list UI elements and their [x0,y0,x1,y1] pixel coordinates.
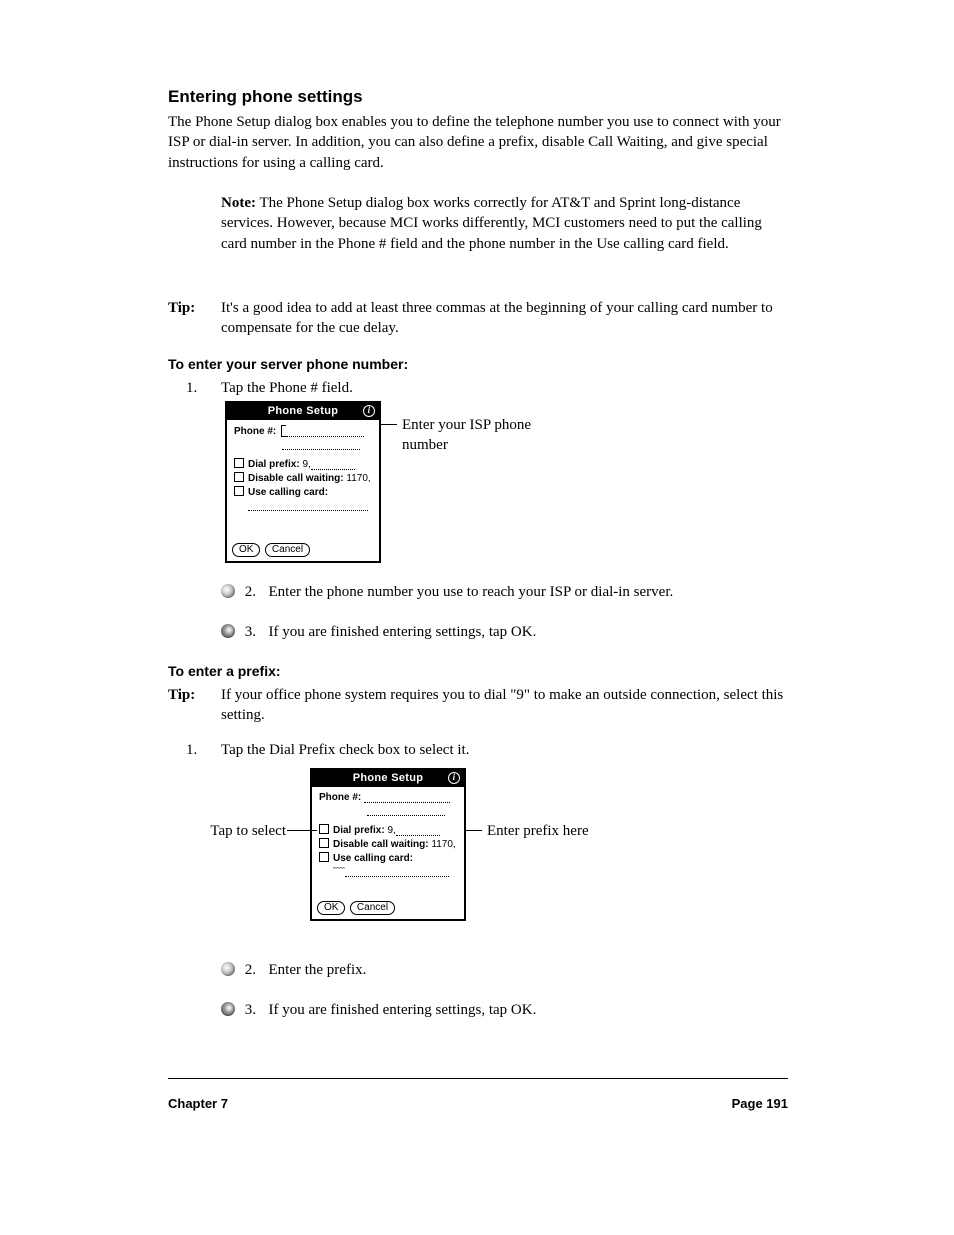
info-icon[interactable]: i [363,405,375,417]
step-2-1: Tap the Dial Prefix check box to select … [221,740,788,760]
step-1-1: Tap the Phone # field. [221,378,788,398]
paragraph-intro: The Phone Setup dialog box enables you t… [168,112,788,173]
disable-cw-checkbox[interactable] [319,838,329,848]
dial-prefix-row[interactable]: Dial prefix: 9, [234,458,372,470]
callout-phone: Enter your ISP phone number [402,416,557,455]
tip-label-2: Tip: [168,687,195,703]
phone-number-field[interactable]: Phone #: [319,792,457,803]
section-heading: Entering phone settings [168,86,788,109]
tip-text-2: If your office phone system requires you… [221,685,788,726]
calling-card-checkbox[interactable] [234,486,244,496]
footer-left: Chapter 7 [168,1096,228,1111]
dial-prefix-checkbox[interactable] [319,824,329,834]
footer-right: Page 191 [732,1096,788,1111]
use-calling-card-row[interactable]: Use calling card: [319,852,457,864]
phone-setup-dialog-2: Phone Setup i Phone #: Dial prefix: 9, D… [310,768,466,921]
callout-prefix-right: Enter prefix here [487,822,617,842]
ok-button[interactable]: OK [317,901,345,915]
step-number: 1. [186,378,216,398]
note-text: The Phone Setup dialog box works correct… [221,195,762,252]
disable-cw-checkbox[interactable] [234,472,244,482]
ball-bullet-icon [221,962,235,976]
step-2-3: If you are finished entering settings, t… [269,1002,537,1018]
ball-bullet-icon [221,1002,235,1016]
calling-card-checkbox[interactable] [319,852,329,862]
phone-number-field[interactable]: Phone #: [234,425,372,437]
disable-call-waiting-row[interactable]: Disable call waiting: 1170, [319,838,457,850]
dial-prefix-checkbox[interactable] [234,458,244,468]
dialog-title: Phone Setup i [227,403,379,420]
note-label: Note: [221,195,256,211]
step-number: 1. [186,740,216,760]
step-1-3: If you are finished entering settings, t… [269,624,537,640]
ball-bullet-icon [221,624,235,638]
procedure-heading-2: To enter a prefix: [168,662,788,681]
dial-prefix-row[interactable]: Dial prefix: 9, [319,824,457,836]
tip-label-1: Tip: [168,300,195,316]
cancel-button[interactable]: Cancel [350,901,395,915]
callout-prefix-left: Tap to select [200,822,286,842]
phone-setup-dialog-1: Phone Setup i Phone #: Dial prefix: 9, D… [225,401,381,563]
cancel-button[interactable]: Cancel [265,543,310,557]
step-1-2: Enter the phone number you use to reach … [269,584,674,600]
info-icon[interactable]: i [448,772,460,784]
step-2-2: Enter the prefix. [269,962,367,978]
tip-text-1: It's a good idea to add at least three c… [221,298,788,339]
ball-bullet-icon [221,584,235,598]
use-calling-card-row[interactable]: Use calling card: [234,486,372,498]
ok-button[interactable]: OK [232,543,260,557]
footer-rule [168,1078,788,1079]
dialog-title: Phone Setup i [312,770,464,787]
procedure-heading-1: To enter your server phone number: [168,355,788,374]
disable-call-waiting-row[interactable]: Disable call waiting: 1170, [234,472,372,484]
